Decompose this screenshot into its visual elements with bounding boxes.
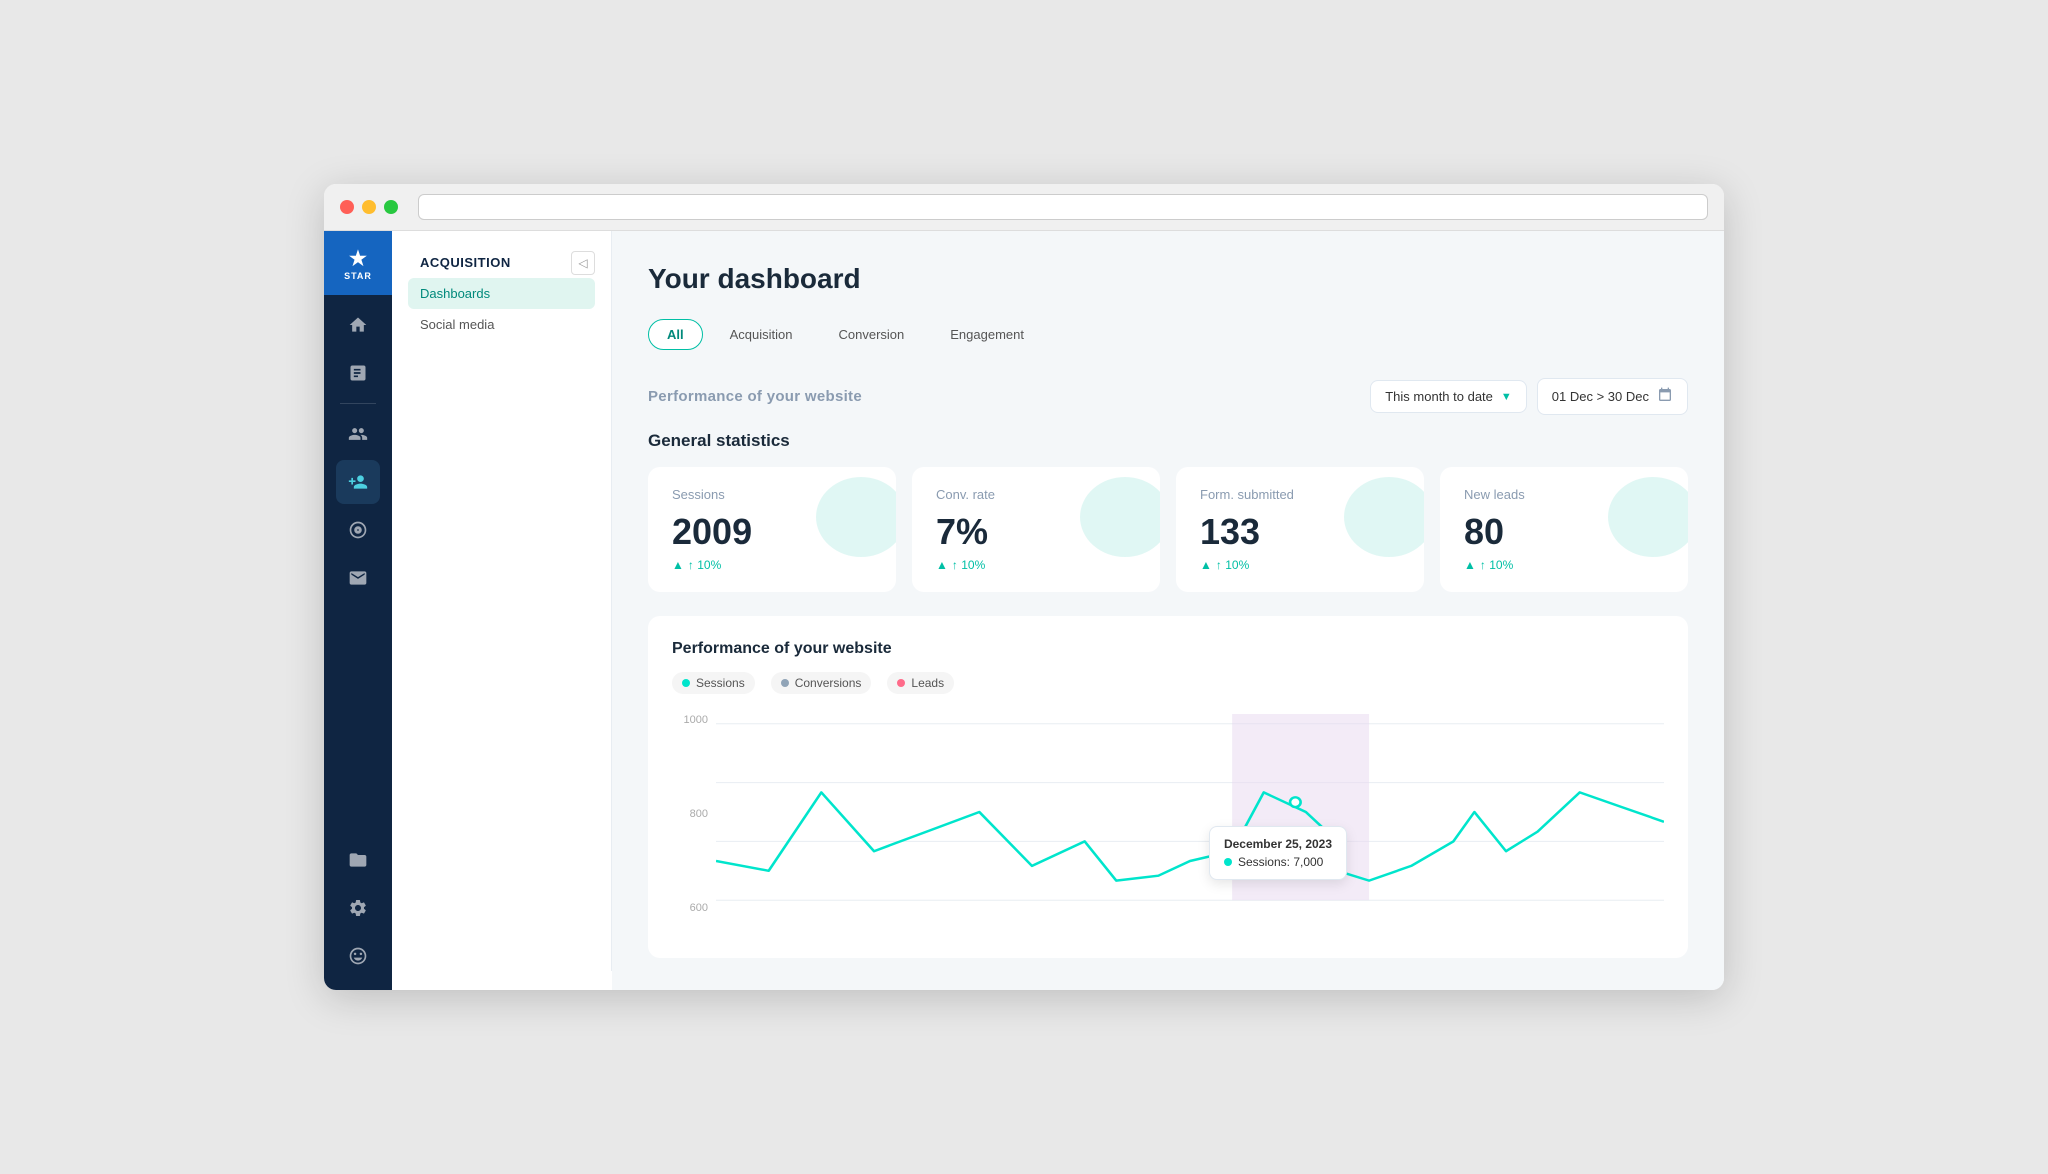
stat-form-label: Form. submitted (1200, 487, 1400, 502)
stat-conv-value: 7% (936, 514, 1136, 550)
stat-sessions-change: ▲ ↑ 10% (672, 558, 872, 572)
main-content: Your dashboard All Acquisition Conversio… (612, 231, 1724, 990)
y-label-600: 600 (672, 902, 708, 914)
tooltip-sessions-row: Sessions: 7,000 (1224, 855, 1332, 869)
chart-area: 1000 800 600 (672, 714, 1664, 934)
logo: ★ STAR (324, 231, 392, 295)
stats-grid: Sessions 2009 ▲ ↑ 10% Conv. rate 7% ▲ ↑ … (648, 467, 1688, 592)
maximize-button[interactable] (384, 200, 398, 214)
legend-conversions: Conversions (771, 672, 872, 694)
minimize-button[interactable] (362, 200, 376, 214)
app-layout: ★ STAR (324, 231, 1724, 990)
arrow-up-icon: ▲ (1200, 558, 1212, 572)
conversions-dot (781, 679, 789, 687)
icon-sidebar-bottom (336, 838, 380, 990)
stat-conv-change: ▲ ↑ 10% (936, 558, 1136, 572)
period-label: This month to date (1385, 389, 1493, 404)
nav-sidebar-wrapper: ACQUISITION ◁ Dashboards Social media (392, 231, 612, 990)
add-person-icon[interactable] (336, 460, 380, 504)
close-button[interactable] (340, 200, 354, 214)
nav-section-title: ACQUISITION (408, 247, 523, 278)
tooltip-sessions-value: Sessions: 7,000 (1238, 855, 1323, 869)
period-dropdown[interactable]: This month to date ▼ (1370, 380, 1527, 413)
icon-sidebar: ★ STAR (324, 231, 392, 990)
arrow-up-icon: ▲ (672, 558, 684, 572)
collapse-nav-button[interactable]: ◁ (571, 251, 595, 275)
chart-y-axis: 1000 800 600 (672, 714, 708, 934)
chart-plot: December 25, 2023 Sessions: 7,000 (716, 714, 1664, 910)
chevron-down-icon: ▼ (1501, 391, 1512, 403)
sidebar-item-dashboards[interactable]: Dashboards (408, 278, 595, 309)
stat-leads-change: ▲ ↑ 10% (1464, 558, 1664, 572)
tab-acquisition[interactable]: Acquisition (711, 319, 812, 350)
settings-icon[interactable] (336, 886, 380, 930)
chart-card: Performance of your website Sessions Con… (648, 616, 1688, 958)
nav-sidebar-section: ACQUISITION ◁ Dashboards Social media (392, 247, 611, 340)
sidebar-item-social-media[interactable]: Social media (408, 309, 595, 340)
section-controls: This month to date ▼ 01 Dec > 30 Dec (1370, 378, 1688, 415)
date-range-label: 01 Dec > 30 Dec (1552, 389, 1649, 404)
stat-leads-label: New leads (1464, 487, 1664, 502)
tab-engagement[interactable]: Engagement (931, 319, 1043, 350)
chart-tooltip: December 25, 2023 Sessions: 7,000 (1209, 826, 1347, 880)
leads-dot (897, 679, 905, 687)
folder-icon[interactable] (336, 838, 380, 882)
chart-legend: Sessions Conversions Leads (672, 672, 1664, 694)
sessions-dot (682, 679, 690, 687)
stat-sessions-label: Sessions (672, 487, 872, 502)
browser-window: ★ STAR (324, 184, 1724, 990)
stat-form-change: ▲ ↑ 10% (1200, 558, 1400, 572)
page-title: Your dashboard (648, 263, 1688, 295)
stat-card-form: Form. submitted 133 ▲ ↑ 10% (1176, 467, 1424, 592)
mail-icon[interactable] (336, 556, 380, 600)
sidebar-divider (340, 403, 376, 404)
tooltip-date: December 25, 2023 (1224, 837, 1332, 851)
stat-card-conv-rate: Conv. rate 7% ▲ ↑ 10% (912, 467, 1160, 592)
tab-conversion[interactable]: Conversion (820, 319, 924, 350)
tabs: All Acquisition Conversion Engagement (648, 319, 1688, 350)
date-range-picker[interactable]: 01 Dec > 30 Dec (1537, 378, 1688, 415)
report-icon[interactable] (336, 351, 380, 395)
legend-sessions: Sessions (672, 672, 755, 694)
face-icon[interactable] (336, 934, 380, 978)
stat-form-value: 133 (1200, 514, 1400, 550)
y-label-800: 800 (672, 808, 708, 820)
target-icon[interactable] (336, 508, 380, 552)
y-label-1000: 1000 (672, 714, 708, 726)
people-icon[interactable] (336, 412, 380, 456)
performance-section-title: Performance of your website (648, 388, 862, 405)
arrow-up-icon: ▲ (936, 558, 948, 572)
tooltip-sessions-dot (1224, 858, 1232, 866)
logo-text: STAR (344, 271, 372, 281)
stat-conv-label: Conv. rate (936, 487, 1136, 502)
stat-card-leads: New leads 80 ▲ ↑ 10% (1440, 467, 1688, 592)
performance-section-header: Performance of your website This month t… (648, 378, 1688, 415)
url-bar[interactable] (418, 194, 1708, 220)
stat-card-sessions: Sessions 2009 ▲ ↑ 10% (648, 467, 896, 592)
browser-toolbar (324, 184, 1724, 231)
stat-leads-value: 80 (1464, 514, 1664, 550)
chart-title: Performance of your website (672, 640, 1664, 658)
arrow-up-icon: ▲ (1464, 558, 1476, 572)
calendar-icon (1657, 387, 1673, 406)
tab-all[interactable]: All (648, 319, 703, 350)
stats-section-title: General statistics (648, 431, 1688, 451)
icon-sidebar-nav (336, 295, 380, 838)
stat-sessions-value: 2009 (672, 514, 872, 550)
legend-leads: Leads (887, 672, 954, 694)
home-icon[interactable] (336, 303, 380, 347)
logo-icon: ★ (349, 246, 367, 271)
nav-sidebar: ACQUISITION ◁ Dashboards Social media (392, 231, 612, 971)
